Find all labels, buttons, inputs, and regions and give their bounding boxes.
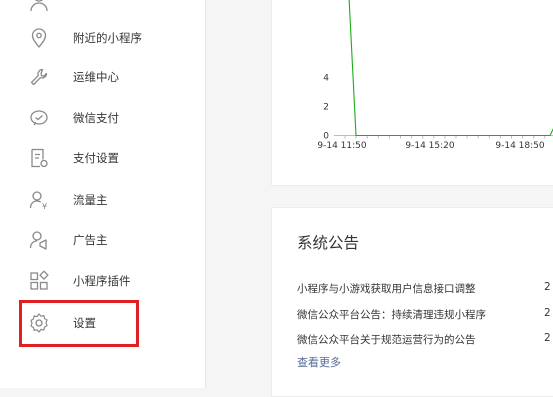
sidebar-item-plugins[interactable]: 小程序插件 [0,261,205,301]
y-tick-label: 0 [323,132,329,142]
notice-date: 2 [544,281,551,293]
wechat-pay-icon [28,107,50,129]
sidebar-item-label: 微信支付 [73,111,119,125]
sidebar-item-label: 流量主 [73,193,108,207]
sidebar-item-payment-settings[interactable]: 支付设置 [0,138,205,178]
notice-date: 2 [544,332,551,344]
advertiser-icon [28,229,50,251]
notice-date: 2 [544,307,551,319]
sidebar-item-label: 小程序插件 [73,274,131,288]
sidebar-item-label: 支付设置 [73,151,119,165]
sidebar-item-traffic-owner[interactable]: ¥ 流量主 [0,180,205,220]
svg-text:¥: ¥ [42,202,47,211]
sidebar-item-label: 附近的小程序 [73,31,142,45]
notice-item[interactable]: 小程序与小游戏获取用户信息接口调整 [297,281,476,296]
notice-title: 系统公告 [297,234,360,252]
sidebar-item-advertiser[interactable]: 广告主 [0,220,205,260]
user-icon [28,0,50,11]
payment-settings-icon [28,147,50,169]
wrench-icon [28,66,50,88]
notice-card: 系统公告 小程序与小游戏获取用户信息接口调整 2 微信公众平台公告：持续清理违规… [271,207,553,397]
x-tick-label: 9-14 11:50 [317,141,366,151]
line-chart: 0 2 4 9-14 11:50 9-14 15:20 9-14 18:50 [317,0,553,151]
sidebar-item-wechat-pay[interactable]: 微信支付 [0,98,205,138]
sidebar-item-label: 运维中心 [73,70,119,84]
series-line [348,0,553,137]
x-tick-label: 9-14 18:50 [495,141,544,151]
notice-item[interactable]: 微信公众平台公告：持续清理违规小程序 [297,307,486,322]
view-more-link[interactable]: 查看更多 [297,354,341,370]
sidebar-item-ops-center[interactable]: 运维中心 [0,57,205,97]
settings-highlight-box [19,300,139,347]
plugin-icon [28,270,50,292]
sidebar-item-partial[interactable] [0,0,205,20]
x-tick-label: 9-14 15:20 [405,141,454,151]
chart-card: 0 2 4 9-14 11:50 9-14 15:20 9-14 18:50 [271,0,553,186]
y-tick-label: 2 [323,103,329,113]
sidebar-item-label: 广告主 [73,233,108,247]
sidebar: 附近的小程序 运维中心 微信支付 支付设置 ¥ 流量主 广告主 小程序插件 设置 [0,0,206,388]
traffic-owner-icon: ¥ [28,189,50,211]
y-tick-label: 4 [323,74,329,84]
location-pin-icon [28,27,50,49]
notice-item[interactable]: 微信公众平台关于规范运营行为的公告 [297,332,476,347]
sidebar-item-nearby-miniprogram[interactable]: 附近的小程序 [0,18,205,58]
